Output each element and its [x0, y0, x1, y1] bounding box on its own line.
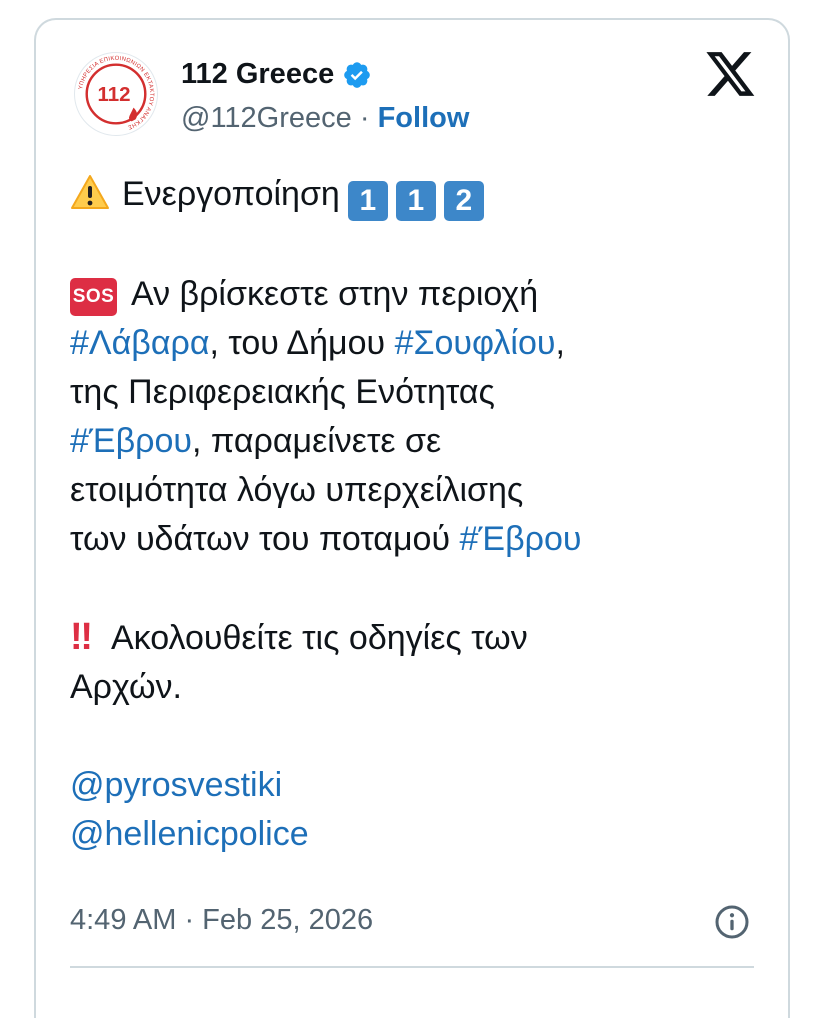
double-exclamation-icon: ‼	[70, 616, 93, 658]
mention-link[interactable]: @pyrosvestiki	[70, 766, 282, 804]
tweet-text: Ενεργοποίηση 1 1 2 SOS Αν βρίσκεστε στην περ…	[70, 170, 760, 859]
mentions: @pyrosvestiki @hellenicpolice	[70, 761, 760, 859]
display-name[interactable]: 112 Greece	[181, 58, 334, 91]
hashtag-link[interactable]: #Έβρου	[70, 422, 192, 460]
alert-text: ετοιμότητα λόγω υπερχείλισης	[70, 471, 524, 509]
alert-text: , του Δήμου	[209, 324, 386, 362]
alert-paragraph: SOS Αν βρίσκεστε στην περιοχή #Λάβαρα, το…	[70, 270, 760, 564]
activation-line: Ενεργοποίηση 1 1 2	[70, 170, 760, 221]
warning-icon	[71, 175, 109, 209]
avatar[interactable]: ΥΠΗΡΕΣΙΑ ΕΠΙΚΟΙΝΩΝΙΩΝ ΕΚΤΑΚΤΟΥ ΑΝΑΓΚΗΣ 1…	[74, 52, 158, 136]
divider	[70, 966, 754, 968]
avatar-text: 112	[98, 83, 131, 106]
keycap-1-icon: 1	[347, 181, 388, 221]
alert-text: των υδάτων του ποταμού	[70, 520, 451, 558]
sos-icon: SOS	[70, 278, 117, 316]
mention-link[interactable]: @hellenicpolice	[70, 815, 309, 853]
keycap-2-icon: 2	[443, 181, 484, 221]
hashtag-link[interactable]: #Έβρου	[460, 520, 582, 558]
hashtag-link[interactable]: #Λάβαρα	[70, 324, 210, 362]
hashtag-link[interactable]: #Σουφλίου	[395, 324, 556, 362]
instructions-paragraph: ‼ Ακολουθείτε τις οδηγίες των Αρχών.	[70, 613, 760, 712]
info-icon[interactable]	[714, 904, 750, 940]
keycap-1-icon: 1	[395, 181, 436, 221]
tweet-card: ΥΠΗΡΕΣΙΑ ΕΠΙΚΟΙΝΩΝΙΩΝ ΕΚΤΑΚΤΟΥ ΑΝΑΓΚΗΣ 1…	[34, 18, 790, 1018]
activation-text: Ενεργοποίηση	[122, 175, 340, 213]
separator: ·	[359, 102, 370, 134]
alert-text: ,	[555, 324, 565, 362]
author-name-row: 112 Greece	[181, 58, 372, 91]
handle[interactable]: @112Greece	[181, 102, 352, 134]
handle-row: @112Greece · Follow	[181, 102, 469, 135]
alert-text: Αν βρίσκεστε στην περιοχή	[131, 275, 539, 313]
instructions-text: Αρχών.	[70, 668, 182, 706]
instructions-text: Ακολουθείτε τις οδηγίες των	[110, 619, 528, 657]
alert-text: , παραμείνετε σε	[191, 422, 442, 460]
x-logo-icon[interactable]	[706, 52, 756, 98]
alert-text: της Περιφερειακής Ενότητας	[70, 373, 495, 411]
timestamp[interactable]: 4:49 AM · Feb 25, 2026	[70, 904, 373, 937]
follow-button[interactable]: Follow	[378, 102, 470, 134]
verified-badge-icon	[344, 61, 371, 88]
